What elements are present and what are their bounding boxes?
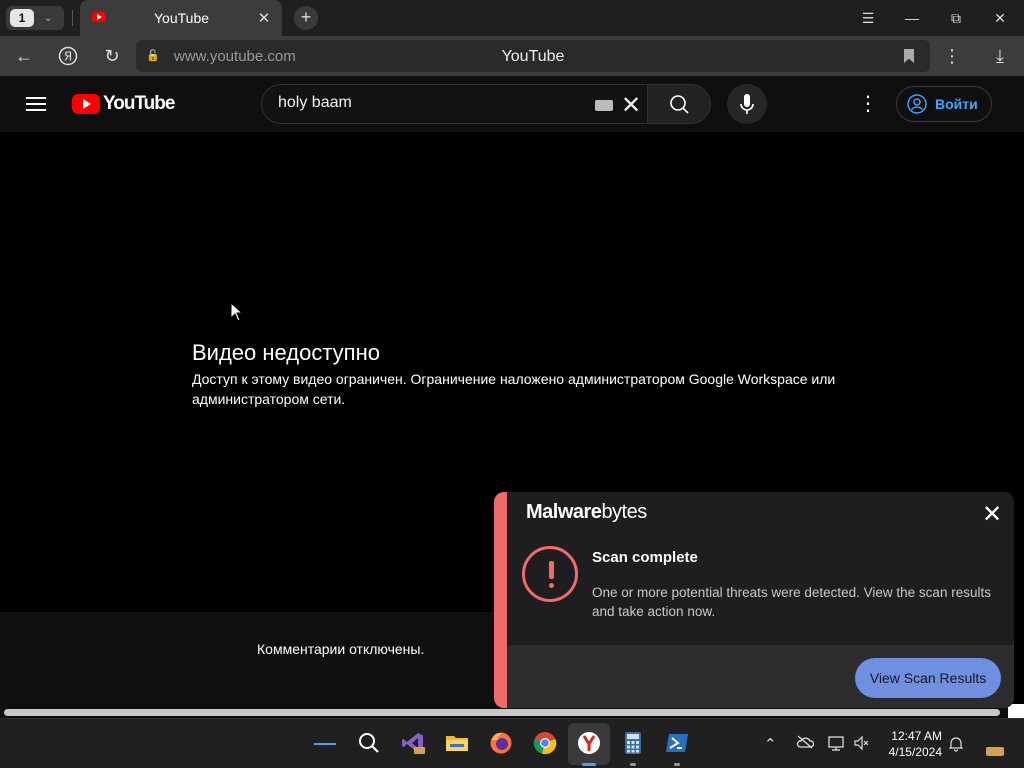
mouse-cursor-icon [230,301,244,327]
clock-date[interactable]: 4/15/2024 [872,745,942,759]
powershell-icon[interactable] [665,731,689,755]
browser-tab-youtube[interactable]: YouTube ✕ [80,0,282,36]
notification-title: Scan complete [592,549,698,566]
tab-counter-button[interactable]: 1 ⌄ [6,6,64,30]
restore-window-icon[interactable]: ⧉ [946,8,966,28]
running-app-indicator [674,763,680,766]
account-icon [907,94,927,114]
chevron-down-icon: ⌄ [44,12,53,24]
clock-time[interactable]: 12:47 AM [872,729,942,743]
volume-muted-icon[interactable] [854,735,870,755]
sign-in-label: Войти [935,96,978,112]
minimize-window-icon[interactable]: — [902,8,922,28]
svg-text:Я: Я [64,50,72,64]
windows-taskbar: ⌃ 12:47 AM 4/15/2024 [0,718,1024,768]
malwarebytes-logo: Malwarebytes [526,501,647,524]
comments-disabled-text: Комментарии отключены. [257,641,425,657]
start-button-icon[interactable] [314,743,336,745]
close-notification-icon[interactable]: ✕ [982,500,1002,529]
yandex-browser-icon[interactable] [577,731,601,755]
tab-count-badge: 1 [10,9,34,27]
tab-close-icon[interactable]: ✕ [256,9,272,27]
pre-release-badge-icon [986,747,1004,756]
youtube-logo[interactable]: YouTube [72,93,175,115]
brand-light-text: bytes [601,501,647,523]
bookmark-icon[interactable] [904,49,914,63]
browser-navigation-bar: ← Я ↻ 🔓 www.youtube.com YouTube ⋮ ⤓ [0,36,1024,76]
sign-in-button[interactable]: Войти [896,86,992,122]
network-icon[interactable] [828,735,846,755]
malwarebytes-notification: Malwarebytes ✕ Scan complete One or more… [494,492,1014,708]
settings-more-icon[interactable]: ⋮ [858,92,878,116]
brand-bold-text: Malware [526,501,602,523]
back-arrow-icon[interactable]: ← [12,44,36,68]
downloads-icon[interactable]: ⤓ [988,44,1012,68]
new-tab-button[interactable]: + [294,6,318,30]
youtube-favicon-icon [92,12,106,22]
notification-bell-icon[interactable] [948,736,964,756]
address-bar[interactable]: 🔓 www.youtube.com YouTube [136,40,930,72]
firefox-icon[interactable] [489,731,513,755]
url-text[interactable]: www.youtube.com [174,48,296,65]
chrome-icon[interactable] [533,731,557,755]
search-button[interactable] [647,84,711,124]
video-unavailable-message: Доступ к этому видео ограничен. Ограниче… [192,371,836,407]
onedrive-off-icon[interactable] [796,735,815,753]
search-icon[interactable] [357,731,381,755]
yandex-home-icon[interactable]: Я [56,44,80,68]
lock-icon[interactable]: 🔓 [146,49,160,63]
youtube-header: YouTube holy baam ✕ ⋮ Войти [0,76,1024,132]
video-unavailable-title: Видео недоступно [192,340,380,365]
horizontal-scrollbar-thumb[interactable] [4,709,1000,716]
search-query-text[interactable]: holy baam [278,94,352,112]
search-input[interactable]: holy baam ✕ [261,84,648,124]
running-app-indicator [582,763,596,766]
file-explorer-icon[interactable] [445,731,469,755]
browser-tab-bar: 1 ⌄ YouTube ✕ + ☰ — ⧉ ✕ [0,0,1024,36]
youtube-play-icon [72,94,100,114]
search-icon [670,95,689,114]
close-window-icon[interactable]: ✕ [990,8,1010,28]
tab-title: YouTube [154,10,210,26]
calculator-icon[interactable] [621,731,645,755]
tab-divider [72,10,73,26]
visual-studio-icon[interactable] [401,731,425,755]
browser-menu-icon[interactable]: ☰ [858,8,878,28]
alert-exclamation-icon [522,546,578,602]
hamburger-menu-icon[interactable] [24,94,48,114]
more-options-icon[interactable]: ⋮ [940,44,964,68]
voice-search-button[interactable] [727,84,767,124]
reload-icon[interactable]: ↻ [100,44,124,68]
chevron-up-icon[interactable]: ⌃ [764,735,777,753]
youtube-logo-text: YouTube [103,93,175,114]
microphone-icon [740,94,754,114]
toast-accent-bar [494,492,507,708]
keyboard-icon[interactable] [595,100,613,111]
clear-search-icon[interactable]: ✕ [621,91,641,120]
view-scan-results-button[interactable]: View Scan Results [855,658,1001,698]
running-app-indicator [630,763,636,766]
notification-body: One or more potential threats were detec… [592,585,991,619]
